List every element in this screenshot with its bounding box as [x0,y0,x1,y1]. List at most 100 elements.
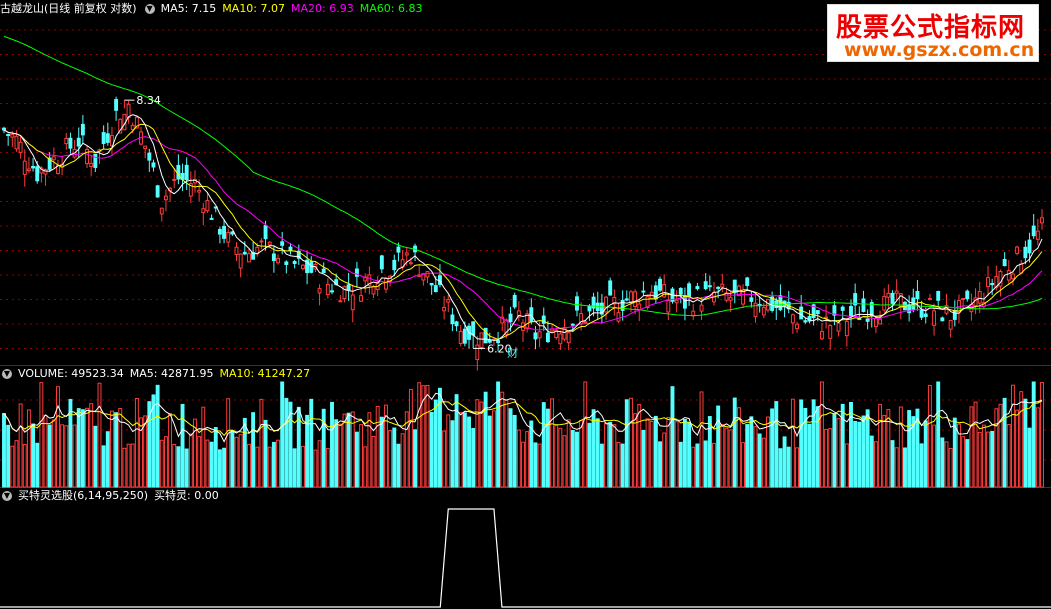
volume-bar [222,447,227,488]
candle-body [790,314,795,324]
volume-bar [678,441,683,488]
volume-bar [853,420,858,488]
candle-body [707,285,712,288]
volume-bar [857,421,862,488]
candle-body [1002,259,1007,267]
volume-bar [85,407,89,488]
volume-bar [894,447,899,488]
volume-bar [184,448,189,488]
volume-bar [334,419,339,488]
volume-bar [844,443,849,488]
volume-bar [163,436,168,488]
volume-bar [969,406,974,488]
candle-body [1023,246,1028,259]
volume-bar [878,404,883,488]
volume-bar [18,403,23,488]
volume-bar [26,409,31,488]
volume-bar [338,423,343,488]
volume-bar [570,430,575,488]
candle-body [616,312,621,322]
volume-bar [442,430,447,488]
volume-bar [300,445,305,488]
volume-bar [923,420,928,488]
volume-bar [176,446,181,488]
volume-bar [43,414,48,488]
volume-bar [159,439,164,488]
volume-bar [504,399,509,488]
volume-bar [375,405,380,488]
candle-body [952,309,957,320]
candle-body [699,304,704,312]
volume-bar [446,414,451,488]
volume-bar [309,398,314,488]
volume-bar [6,424,11,488]
volume-bar [359,424,364,488]
candle-body [155,185,160,198]
volume-bar [1019,391,1024,488]
candle-body [890,292,895,304]
volume-bar [977,431,982,488]
volume-bar [458,412,463,488]
volume-bar [413,429,418,488]
candle-body [217,228,222,235]
candle-body [878,318,883,325]
volume-bar [238,434,243,488]
volume-bar [1027,427,1032,488]
candle-body [915,291,920,300]
candle-body [280,241,285,246]
volume-bar [101,445,106,488]
volume-bar [209,441,214,488]
candle-body [628,291,633,303]
volume-series [2,381,1044,488]
candle-body [919,309,924,318]
stock-chart[interactable]: 8.346.20财 [0,0,1051,609]
candle-body [346,284,351,291]
volume-bar [986,431,990,488]
candle-body [624,298,629,301]
volume-bar [122,447,127,488]
candle-body [317,288,322,294]
volume-bar [628,397,633,488]
candle-body [894,290,899,294]
volume-bar [168,413,173,488]
candle-body [371,285,376,295]
candle-body [479,332,484,348]
volume-bar [97,382,102,488]
volume-bar [172,443,177,488]
candle-body [882,296,887,311]
candle-body [761,307,766,316]
candle-body [325,283,330,296]
candle-body [990,283,995,286]
candle-body [633,291,638,308]
candle-body [566,332,571,344]
volume-bar [525,431,530,488]
candle-body [288,246,293,251]
volume-bar [537,443,542,488]
volume-bar [819,381,824,488]
volume-bar [280,381,285,488]
volume-bar [2,413,6,488]
volume-bar [786,446,791,488]
volume-bar [591,409,596,488]
volume-bar [89,403,94,488]
volume-bar [51,419,56,488]
volume-bar [1015,409,1020,488]
candle-body [163,195,168,201]
volume-bar [35,442,40,488]
candle-body [462,328,467,344]
volume-bar [330,401,334,488]
volume-bar [579,419,584,488]
ma10-line [3,123,1043,340]
volume-bar [105,431,110,488]
ma5-line [3,114,1043,341]
volume-bar [60,424,65,488]
volume-bar [201,406,206,488]
candle-body [384,278,388,290]
volume-bar [840,403,845,488]
volume-bar [155,384,160,488]
volume-bar [599,443,604,488]
volume-bar [936,381,941,488]
candle-body [126,103,131,119]
volume-bar [550,398,555,488]
candle-body [861,298,866,312]
